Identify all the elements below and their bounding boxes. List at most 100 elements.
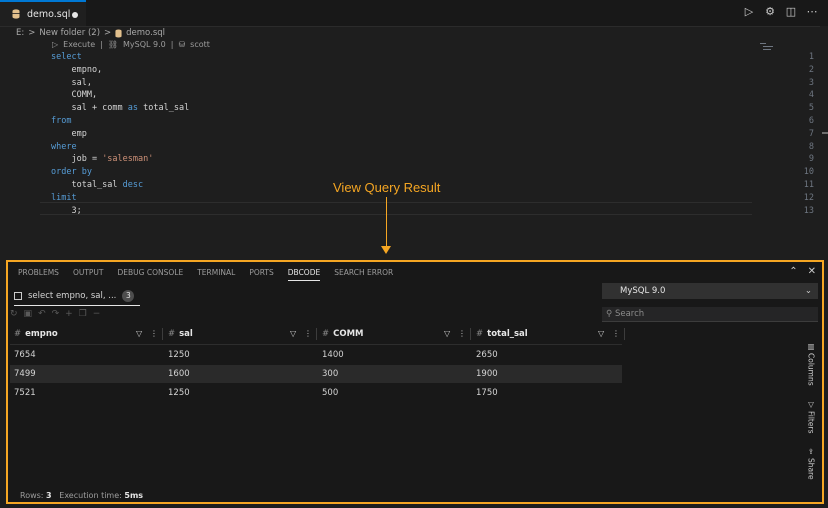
table-cell[interactable]: 1600 bbox=[168, 369, 190, 379]
execution-time-label: Execution time: bbox=[59, 491, 122, 500]
undo-icon[interactable]: ↶ bbox=[38, 309, 46, 319]
filter-icon[interactable]: ▽ bbox=[136, 326, 142, 342]
column-resize-handle[interactable] bbox=[316, 328, 317, 340]
table-cell[interactable]: 300 bbox=[322, 369, 338, 379]
table-cell[interactable]: 1250 bbox=[168, 388, 190, 398]
row-count-badge: 3 bbox=[122, 290, 135, 302]
line-number: 10 bbox=[803, 167, 814, 178]
table-row[interactable]: 7499 1600 300 1900 bbox=[10, 365, 622, 383]
column-header-total_sal[interactable]: # total_sal bbox=[476, 326, 528, 342]
code-token: as bbox=[127, 103, 139, 114]
column-header-sal[interactable]: # sal bbox=[168, 326, 193, 342]
code-line[interactable]: sal, bbox=[51, 77, 92, 88]
line-number: 7 bbox=[808, 128, 814, 139]
panel-tab-dbcode[interactable]: DBCODE bbox=[287, 268, 321, 281]
line-number: 12 bbox=[803, 192, 814, 203]
code-token: sal + comm bbox=[51, 103, 128, 114]
code-line[interactable]: order by bbox=[51, 167, 92, 177]
code-token: total_sal bbox=[51, 180, 123, 190]
grid-sidebar: ▥ Columns ▽ Filters ⇪ Share bbox=[804, 342, 818, 480]
connection-select[interactable]: MySQL 9.0 ⌄ bbox=[602, 283, 818, 299]
chevron-up-icon[interactable]: ⌃ bbox=[789, 266, 797, 277]
copy-icon[interactable]: ❐ bbox=[79, 309, 87, 319]
minimap[interactable] bbox=[760, 42, 774, 52]
column-header-label: sal bbox=[179, 329, 193, 339]
code-line[interactable]: empno, bbox=[51, 65, 102, 75]
code-line[interactable]: sal + comm as total_sal bbox=[51, 103, 189, 113]
table-cell[interactable]: 2650 bbox=[476, 350, 498, 360]
code-line[interactable]: job = 'salesman' bbox=[51, 154, 153, 164]
numeric-type-icon: # bbox=[476, 329, 484, 339]
line-number: 3 bbox=[808, 77, 814, 88]
redo-icon[interactable]: ↷ bbox=[52, 309, 60, 319]
code-token: limit bbox=[51, 192, 77, 203]
rows-label: Rows: bbox=[20, 491, 44, 500]
panel-tab-problems[interactable]: PROBLEMS bbox=[18, 268, 59, 281]
code-token: COMM, bbox=[51, 90, 98, 101]
add-row-icon[interactable]: + bbox=[65, 309, 73, 319]
filters-sidebar-button[interactable]: ▽ Filters bbox=[807, 400, 816, 433]
annotation-arrowhead bbox=[381, 246, 391, 254]
line-number: 4 bbox=[808, 90, 814, 101]
table-cell[interactable]: 7499 bbox=[14, 369, 36, 379]
column-menu-icon[interactable]: ⋮ bbox=[304, 326, 312, 342]
code-token: job = bbox=[51, 154, 103, 165]
code-editor[interactable]: 1 select 2 empno, 3 sal, 4 COMM, 5 sal + comm… bbox=[0, 0, 820, 255]
code-line[interactable]: total_sal desc bbox=[51, 180, 143, 190]
table-cell[interactable]: 1750 bbox=[476, 388, 498, 398]
column-menu-icon[interactable]: ⋮ bbox=[150, 326, 158, 342]
query-result-tab[interactable]: select empno, sal, ... 3 bbox=[14, 289, 135, 303]
code-line[interactable]: from bbox=[51, 116, 71, 126]
column-header-label: total_sal bbox=[487, 329, 528, 339]
save-icon[interactable]: ▣ bbox=[24, 309, 33, 319]
filter-icon[interactable]: ▽ bbox=[290, 326, 296, 342]
result-search-input[interactable]: ⚲ Search bbox=[602, 307, 818, 322]
refresh-icon[interactable]: ↻ bbox=[10, 309, 18, 319]
code-token: desc bbox=[122, 180, 144, 190]
panel-tab-ports[interactable]: PORTS bbox=[249, 268, 273, 281]
code-line[interactable]: where bbox=[51, 142, 77, 152]
table-cell[interactable]: 7654 bbox=[14, 350, 36, 360]
column-resize-handle[interactable] bbox=[624, 328, 625, 340]
column-header-comm[interactable]: # COMM bbox=[322, 326, 364, 342]
delete-row-icon[interactable]: − bbox=[93, 309, 101, 319]
code-line[interactable]: 3; bbox=[51, 206, 81, 216]
filter-icon[interactable]: ▽ bbox=[444, 326, 450, 342]
panel-tab-debug-console[interactable]: DEBUG CONSOLE bbox=[118, 268, 184, 281]
column-menu-icon[interactable]: ⋮ bbox=[612, 326, 620, 342]
column-header-empno[interactable]: # empno bbox=[14, 326, 58, 342]
column-resize-handle[interactable] bbox=[162, 328, 163, 340]
panel-tab-terminal[interactable]: TERMINAL bbox=[197, 268, 235, 281]
code-token: order by bbox=[51, 167, 92, 178]
share-sidebar-button[interactable]: ⇪ Share bbox=[807, 447, 816, 480]
filter-icon[interactable]: ▽ bbox=[598, 326, 604, 342]
code-line[interactable]: select bbox=[51, 52, 82, 62]
close-icon[interactable]: ✕ bbox=[808, 266, 816, 277]
panel-tab-search-error[interactable]: SEARCH ERROR bbox=[334, 268, 393, 281]
code-token: emp bbox=[51, 128, 87, 139]
table-cell[interactable]: 500 bbox=[322, 388, 338, 398]
column-menu-icon[interactable]: ⋮ bbox=[458, 326, 466, 342]
table-row[interactable]: 7654 1250 1400 2650 bbox=[10, 346, 622, 364]
panel-tab-output[interactable]: OUTPUT bbox=[73, 268, 104, 281]
column-resize-handle[interactable] bbox=[470, 328, 471, 340]
table-cell[interactable]: 1400 bbox=[322, 350, 344, 360]
code-line[interactable]: emp bbox=[51, 128, 87, 139]
code-line[interactable]: limit bbox=[51, 193, 77, 203]
editor-scrollbar[interactable] bbox=[820, 26, 828, 254]
share-label: Share bbox=[806, 458, 816, 480]
table-cell[interactable]: 1250 bbox=[168, 350, 190, 360]
column-header-label: COMM bbox=[333, 329, 364, 339]
code-token: sal, bbox=[51, 77, 92, 88]
table-row[interactable]: 7521 1250 500 1750 bbox=[10, 384, 622, 402]
panel-controls: ⌃ ✕ bbox=[789, 266, 816, 277]
table-cell[interactable]: 1900 bbox=[476, 369, 498, 379]
table-cell[interactable]: 7521 bbox=[14, 388, 36, 398]
code-token: where bbox=[51, 141, 77, 152]
line-number: 13 bbox=[803, 205, 814, 216]
search-placeholder: Search bbox=[614, 309, 645, 319]
line-number: 1 bbox=[808, 52, 814, 62]
columns-sidebar-button[interactable]: ▥ Columns bbox=[807, 342, 816, 386]
numeric-type-icon: # bbox=[168, 329, 176, 339]
code-line[interactable]: COMM, bbox=[51, 90, 97, 100]
